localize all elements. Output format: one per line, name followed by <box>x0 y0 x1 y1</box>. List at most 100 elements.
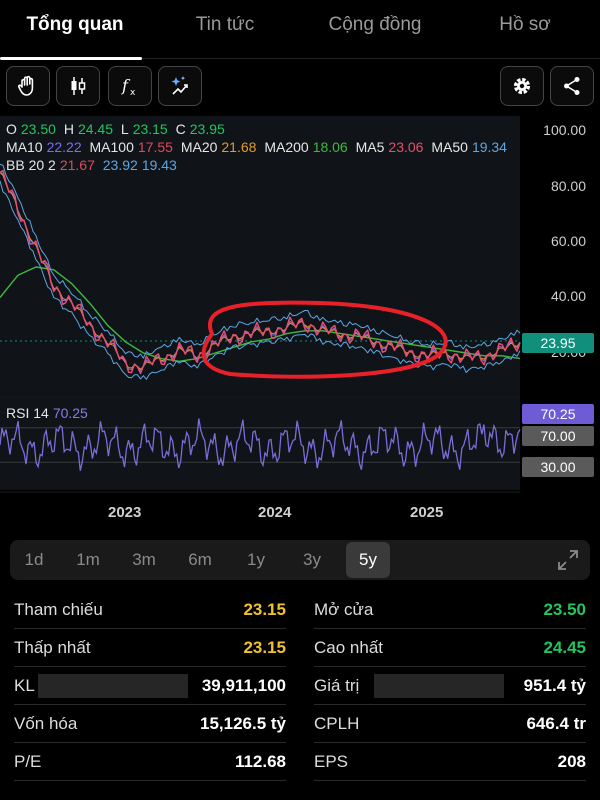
low-label: L <box>120 121 129 137</box>
stat-label: KL <box>14 676 35 695</box>
y-tick: 60.00 <box>550 233 586 249</box>
stat-shares-outstanding: CPLH 646.4 tr <box>314 706 586 743</box>
chart-toolbar: f x <box>0 66 600 108</box>
stat-volume: KL 39,911,100 <box>14 668 286 705</box>
stat-value: 646.4 tr <box>526 714 586 733</box>
range-6m-button[interactable]: 6m <box>178 540 222 580</box>
expand-icon[interactable] <box>556 548 580 572</box>
ma5-value: 23.06 <box>388 139 424 155</box>
stat-label: P/E <box>14 752 42 771</box>
hand-tool-button[interactable] <box>6 66 50 106</box>
ma100-value: 17.55 <box>137 139 173 155</box>
time-range-selector: 1d 1m 3m 6m 1y 3y 5y <box>10 540 590 580</box>
bb-legend: BB 20 2 21.67 23.92 19.43 <box>6 156 181 174</box>
stat-market-cap: Vốn hóa 15,126.5 tỷ <box>14 706 286 743</box>
range-1m-button[interactable]: 1m <box>66 540 110 580</box>
x-tick: 2024 <box>258 504 292 521</box>
range-1d-button[interactable]: 1d <box>12 540 56 580</box>
stat-value: 39,911,100 <box>201 676 286 695</box>
ma20-value: 21.68 <box>221 139 257 155</box>
ma-legend: MA10 22.22 MA100 17.55 MA20 21.68 MA200 18.0… <box>6 138 511 156</box>
stat-label: Cao nhất <box>314 638 383 657</box>
stat-pe: P/E 112.68 <box>14 744 286 781</box>
svg-text:x: x <box>130 88 136 98</box>
stat-high: Cao nhất 24.45 <box>314 630 586 667</box>
bb-mid-value: 21.67 <box>59 157 95 173</box>
range-3y-button[interactable]: 3y <box>290 540 334 580</box>
candlestick-button[interactable] <box>56 66 100 106</box>
rsi-legend: RSI 14 70.25 <box>6 404 92 422</box>
stat-value: 23.15 <box>243 600 286 619</box>
ma10-value: 22.22 <box>46 139 82 155</box>
x-tick: 2023 <box>108 504 142 521</box>
indicator-function-button[interactable]: f x <box>108 66 152 106</box>
stat-value-traded: Giá trị 951.4 tỷ <box>314 668 586 705</box>
ma50-label: MA50 <box>431 139 468 155</box>
ma5-label: MA5 <box>355 139 385 155</box>
settings-button[interactable] <box>500 66 544 106</box>
share-icon <box>564 77 580 95</box>
close-label: C <box>175 121 186 137</box>
last-price-badge: 23.95 <box>522 333 594 353</box>
share-button[interactable] <box>550 66 594 106</box>
bb-upper-value: 23.92 <box>102 157 138 173</box>
settings-icon <box>513 77 531 95</box>
stat-value: 15,126.5 tỷ <box>199 714 286 733</box>
stat-value: 112.68 <box>234 752 286 771</box>
stat-value: 23.15 <box>243 638 286 657</box>
open-label: O <box>6 121 17 137</box>
bb-lower-value: 19.43 <box>141 157 177 173</box>
open-value: 23.50 <box>20 121 56 137</box>
x-tick: 2025 <box>410 504 444 521</box>
stat-label: Mở cửa <box>314 600 374 619</box>
ma20-label: MA20 <box>180 139 218 155</box>
stat-value: 951.4 tỷ <box>523 676 586 695</box>
top-tabs: Tổng quan Tin tức Cộng đồng Hồ sơ <box>0 0 600 60</box>
ma10-label: MA10 <box>6 139 43 155</box>
ai-analysis-button[interactable] <box>158 66 202 106</box>
ma50-value: 19.34 <box>471 139 507 155</box>
range-1y-button[interactable]: 1y <box>234 540 278 580</box>
price-chart[interactable]: O 23.50 H 24.45 L 23.15 C 23.95 MA10 22.22 MA… <box>0 116 600 526</box>
stat-low: Thấp nhất 23.15 <box>14 630 286 667</box>
stat-value: 208 <box>557 752 586 771</box>
ma200-value: 18.06 <box>312 139 348 155</box>
stat-value: 23.50 <box>543 600 586 619</box>
tab-community[interactable]: Cộng đồng <box>300 0 450 58</box>
ma200-label: MA200 <box>264 139 309 155</box>
rsi-label: RSI 14 <box>6 405 49 421</box>
range-5y-button[interactable]: 5y <box>346 542 390 578</box>
ai-sparkle-icon <box>171 76 188 95</box>
ohlc-legend: O 23.50 H 24.45 L 23.15 C 23.95 <box>6 120 229 138</box>
tab-news[interactable]: Tin tức <box>150 0 300 58</box>
value-bar <box>374 674 504 698</box>
stat-value: 24.45 <box>543 638 586 657</box>
stat-eps: EPS 208 <box>314 744 586 781</box>
hand-icon <box>18 75 34 96</box>
y-tick: 40.00 <box>550 288 586 304</box>
volume-bar <box>38 674 188 698</box>
tab-profile[interactable]: Hồ sơ <box>450 0 600 58</box>
candlestick-icon <box>71 77 86 95</box>
stat-label: Thấp nhất <box>14 638 91 657</box>
range-3m-button[interactable]: 3m <box>122 540 166 580</box>
stat-open: Mở cửa 23.50 <box>314 592 586 629</box>
chart-canvas[interactable] <box>0 116 600 526</box>
rsi-upper-badge: 70.00 <box>522 426 594 446</box>
rsi-lower-badge: 30.00 <box>522 457 594 477</box>
y-tick: 80.00 <box>550 178 586 194</box>
ma100-label: MA100 <box>89 139 134 155</box>
bb-label: BB 20 2 <box>6 157 56 173</box>
low-value: 23.15 <box>132 121 168 137</box>
y-tick: 100.00 <box>543 122 586 138</box>
tab-overview[interactable]: Tổng quan <box>0 0 150 60</box>
stat-label: Tham chiếu <box>14 600 103 619</box>
stat-label: Giá trị <box>314 676 360 695</box>
close-value: 23.95 <box>189 121 225 137</box>
high-label: H <box>63 121 74 137</box>
stat-label: EPS <box>314 752 349 771</box>
high-value: 24.45 <box>77 121 113 137</box>
rsi-value: 70.25 <box>52 405 88 421</box>
stat-label: CPLH <box>314 714 360 733</box>
stat-label: Vốn hóa <box>14 714 78 733</box>
